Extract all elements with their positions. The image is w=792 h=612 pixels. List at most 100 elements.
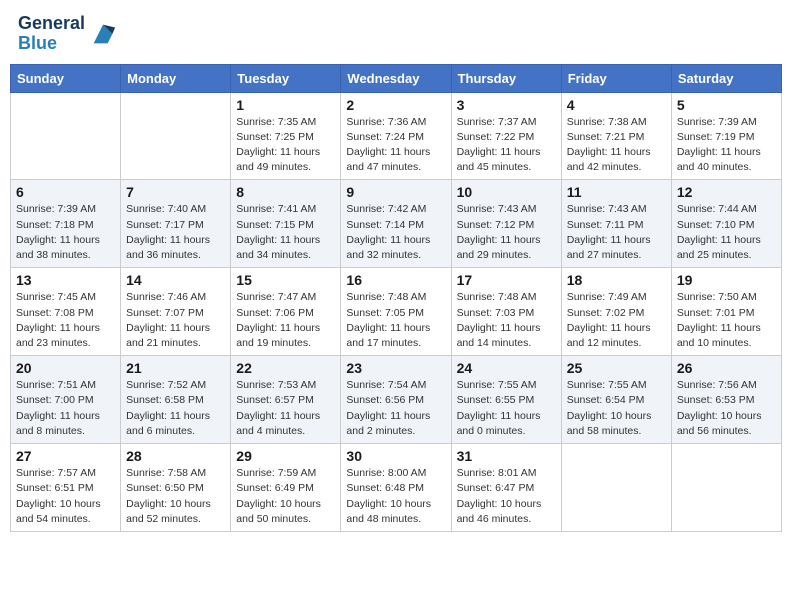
calendar-cell: 19Sunrise: 7:50 AM Sunset: 7:01 PM Dayli… <box>671 268 781 356</box>
day-number: 3 <box>457 97 556 113</box>
day-info: Sunrise: 7:39 AM Sunset: 7:19 PM Dayligh… <box>677 115 776 176</box>
day-number: 10 <box>457 184 556 200</box>
day-number: 28 <box>126 448 225 464</box>
col-header-thursday: Thursday <box>451 64 561 92</box>
calendar-cell: 3 Sunrise: 7:37 AM Sunset: 7:22 PM Daylig… <box>451 92 561 180</box>
calendar-cell: 15Sunrise: 7:47 AM Sunset: 7:06 PM Dayli… <box>231 268 341 356</box>
day-info: Sunrise: 7:37 AM Sunset: 7:22 PM Dayligh… <box>457 115 556 176</box>
day-number: 26 <box>677 360 776 376</box>
day-info: Sunrise: 7:53 AM Sunset: 6:57 PM Dayligh… <box>236 378 335 439</box>
calendar-cell: 5 Sunrise: 7:39 AM Sunset: 7:19 PM Daylig… <box>671 92 781 180</box>
day-number: 17 <box>457 272 556 288</box>
calendar-table: SundayMondayTuesdayWednesdayThursdayFrid… <box>10 64 782 532</box>
logo: GeneralBlue <box>18 14 117 54</box>
calendar-cell: 29 Sunrise: 7:59 AM Sunset: 6:49 PM Dayli… <box>231 444 341 532</box>
day-number: 11 <box>567 184 666 200</box>
day-info: Sunrise: 7:50 AM Sunset: 7:01 PM Dayligh… <box>677 290 776 351</box>
calendar-cell <box>561 444 671 532</box>
day-info: Sunrise: 7:51 AM Sunset: 7:00 PM Dayligh… <box>16 378 115 439</box>
day-number: 30 <box>346 448 445 464</box>
day-info: Sunrise: 7:55 AM Sunset: 6:55 PM Dayligh… <box>457 378 556 439</box>
day-info: Sunrise: 7:45 AM Sunset: 7:08 PM Dayligh… <box>16 290 115 351</box>
calendar-cell: 30 Sunrise: 8:00 AM Sunset: 6:48 PM Dayli… <box>341 444 451 532</box>
calendar-cell: 17 Sunrise: 7:48 AM Sunset: 7:03 PM Dayli… <box>451 268 561 356</box>
day-number: 29 <box>236 448 335 464</box>
calendar-cell: 31 Sunrise: 8:01 AM Sunset: 6:47 PM Dayli… <box>451 444 561 532</box>
day-info: Sunrise: 7:41 AM Sunset: 7:15 PM Dayligh… <box>236 202 335 263</box>
calendar-cell: 27 Sunrise: 7:57 AM Sunset: 6:51 PM Dayli… <box>11 444 121 532</box>
day-number: 12 <box>677 184 776 200</box>
day-number: 14 <box>126 272 225 288</box>
calendar-header-row: SundayMondayTuesdayWednesdayThursdayFrid… <box>11 64 782 92</box>
day-info: Sunrise: 7:59 AM Sunset: 6:49 PM Dayligh… <box>236 466 335 527</box>
calendar-cell: 2 Sunrise: 7:36 AM Sunset: 7:24 PM Daylig… <box>341 92 451 180</box>
day-info: Sunrise: 7:38 AM Sunset: 7:21 PM Dayligh… <box>567 115 666 176</box>
day-info: Sunrise: 7:56 AM Sunset: 6:53 PM Dayligh… <box>677 378 776 439</box>
day-number: 8 <box>236 184 335 200</box>
day-number: 23 <box>346 360 445 376</box>
day-info: Sunrise: 7:36 AM Sunset: 7:24 PM Dayligh… <box>346 115 445 176</box>
calendar-cell: 21 Sunrise: 7:52 AM Sunset: 6:58 PM Dayli… <box>121 356 231 444</box>
calendar-cell <box>11 92 121 180</box>
day-number: 1 <box>236 97 335 113</box>
day-info: Sunrise: 7:52 AM Sunset: 6:58 PM Dayligh… <box>126 378 225 439</box>
day-number: 18 <box>567 272 666 288</box>
col-header-tuesday: Tuesday <box>231 64 341 92</box>
calendar-cell: 26 Sunrise: 7:56 AM Sunset: 6:53 PM Dayli… <box>671 356 781 444</box>
calendar-week-2: 6 Sunrise: 7:39 AM Sunset: 7:18 PM Daylig… <box>11 180 782 268</box>
page-header: GeneralBlue <box>10 10 782 58</box>
day-info: Sunrise: 7:48 AM Sunset: 7:03 PM Dayligh… <box>457 290 556 351</box>
day-info: Sunrise: 7:57 AM Sunset: 6:51 PM Dayligh… <box>16 466 115 527</box>
calendar-cell: 7 Sunrise: 7:40 AM Sunset: 7:17 PM Daylig… <box>121 180 231 268</box>
day-number: 27 <box>16 448 115 464</box>
col-header-saturday: Saturday <box>671 64 781 92</box>
day-number: 13 <box>16 272 115 288</box>
calendar-cell: 28Sunrise: 7:58 AM Sunset: 6:50 PM Dayli… <box>121 444 231 532</box>
day-info: Sunrise: 7:43 AM Sunset: 7:11 PM Dayligh… <box>567 202 666 263</box>
day-info: Sunrise: 7:49 AM Sunset: 7:02 PM Dayligh… <box>567 290 666 351</box>
calendar-cell <box>121 92 231 180</box>
day-number: 6 <box>16 184 115 200</box>
calendar-week-4: 20 Sunrise: 7:51 AM Sunset: 7:00 PM Dayli… <box>11 356 782 444</box>
day-number: 7 <box>126 184 225 200</box>
calendar-cell: 8 Sunrise: 7:41 AM Sunset: 7:15 PM Daylig… <box>231 180 341 268</box>
calendar-cell: 25Sunrise: 7:55 AM Sunset: 6:54 PM Dayli… <box>561 356 671 444</box>
day-info: Sunrise: 8:01 AM Sunset: 6:47 PM Dayligh… <box>457 466 556 527</box>
day-number: 22 <box>236 360 335 376</box>
col-header-sunday: Sunday <box>11 64 121 92</box>
calendar-cell: 14 Sunrise: 7:46 AM Sunset: 7:07 PM Dayli… <box>121 268 231 356</box>
day-info: Sunrise: 7:42 AM Sunset: 7:14 PM Dayligh… <box>346 202 445 263</box>
calendar-cell: 10Sunrise: 7:43 AM Sunset: 7:12 PM Dayli… <box>451 180 561 268</box>
calendar-week-5: 27 Sunrise: 7:57 AM Sunset: 6:51 PM Dayli… <box>11 444 782 532</box>
day-info: Sunrise: 8:00 AM Sunset: 6:48 PM Dayligh… <box>346 466 445 527</box>
calendar-cell <box>671 444 781 532</box>
calendar-cell: 24Sunrise: 7:55 AM Sunset: 6:55 PM Dayli… <box>451 356 561 444</box>
calendar-cell: 1 Sunrise: 7:35 AM Sunset: 7:25 PM Daylig… <box>231 92 341 180</box>
calendar-cell: 6 Sunrise: 7:39 AM Sunset: 7:18 PM Daylig… <box>11 180 121 268</box>
day-number: 2 <box>346 97 445 113</box>
day-number: 16 <box>346 272 445 288</box>
day-number: 20 <box>16 360 115 376</box>
day-info: Sunrise: 7:35 AM Sunset: 7:25 PM Dayligh… <box>236 115 335 176</box>
day-number: 4 <box>567 97 666 113</box>
day-info: Sunrise: 7:48 AM Sunset: 7:05 PM Dayligh… <box>346 290 445 351</box>
calendar-cell: 4 Sunrise: 7:38 AM Sunset: 7:21 PM Daylig… <box>561 92 671 180</box>
calendar-cell: 18 Sunrise: 7:49 AM Sunset: 7:02 PM Dayli… <box>561 268 671 356</box>
logo-icon <box>89 20 117 48</box>
calendar-cell: 22 Sunrise: 7:53 AM Sunset: 6:57 PM Dayli… <box>231 356 341 444</box>
day-number: 5 <box>677 97 776 113</box>
calendar-week-1: 1 Sunrise: 7:35 AM Sunset: 7:25 PM Daylig… <box>11 92 782 180</box>
day-number: 31 <box>457 448 556 464</box>
day-info: Sunrise: 7:39 AM Sunset: 7:18 PM Dayligh… <box>16 202 115 263</box>
day-info: Sunrise: 7:40 AM Sunset: 7:17 PM Dayligh… <box>126 202 225 263</box>
calendar-cell: 13 Sunrise: 7:45 AM Sunset: 7:08 PM Dayli… <box>11 268 121 356</box>
calendar-cell: 9Sunrise: 7:42 AM Sunset: 7:14 PM Daylig… <box>341 180 451 268</box>
col-header-wednesday: Wednesday <box>341 64 451 92</box>
day-number: 21 <box>126 360 225 376</box>
calendar-cell: 23Sunrise: 7:54 AM Sunset: 6:56 PM Dayli… <box>341 356 451 444</box>
logo-text: GeneralBlue <box>18 14 85 54</box>
day-info: Sunrise: 7:46 AM Sunset: 7:07 PM Dayligh… <box>126 290 225 351</box>
calendar-cell: 12Sunrise: 7:44 AM Sunset: 7:10 PM Dayli… <box>671 180 781 268</box>
col-header-monday: Monday <box>121 64 231 92</box>
day-info: Sunrise: 7:47 AM Sunset: 7:06 PM Dayligh… <box>236 290 335 351</box>
